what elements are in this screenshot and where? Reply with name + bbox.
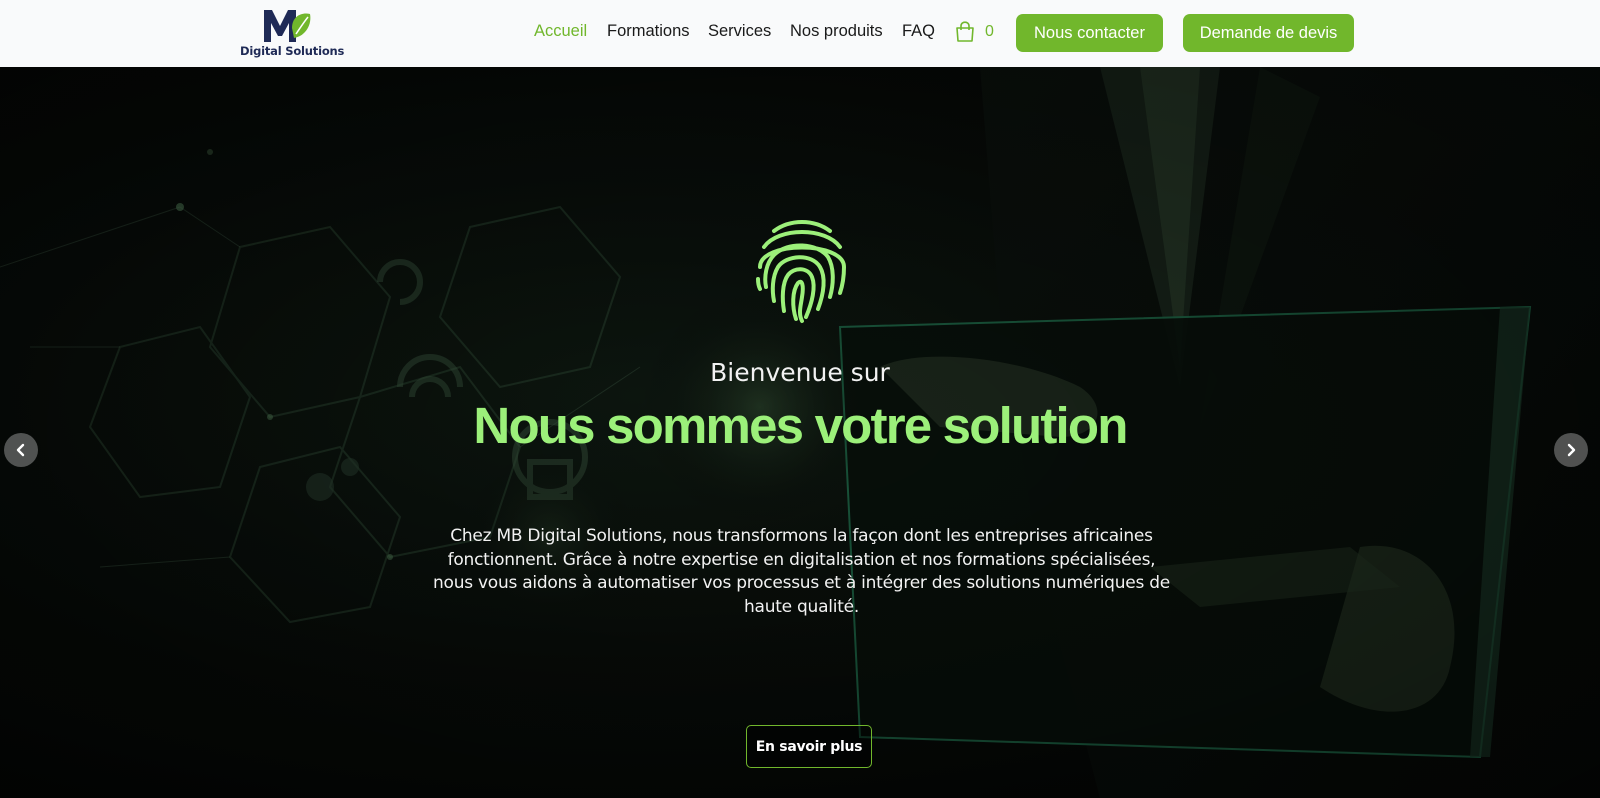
quote-request-button[interactable]: Demande de devis	[1183, 14, 1354, 52]
hero-carousel: Bienvenue sur Nous sommes votre solution…	[0, 67, 1600, 798]
hero-welcome-text: Bienvenue sur	[710, 358, 890, 387]
cart-link[interactable]: 0	[955, 21, 994, 43]
nav-item-formations[interactable]: Formations	[607, 22, 690, 41]
nav-item-accueil[interactable]: Accueil	[534, 22, 587, 41]
fingerprint-icon	[756, 220, 847, 323]
learn-more-button[interactable]: En savoir plus	[746, 725, 872, 768]
nav-item-services[interactable]: Services	[708, 22, 771, 41]
logo-text: Digital Solutions	[240, 44, 345, 58]
nav-item-nos-produits[interactable]: Nos produits	[790, 22, 883, 41]
contact-button[interactable]: Nous contacter	[1016, 14, 1163, 52]
cart-count: 0	[985, 23, 994, 40]
mb-logo-icon	[264, 10, 311, 42]
hero-description: Chez MB Digital Solutions, nous transfor…	[433, 526, 1170, 617]
site-header: Digital Solutions Accueil Formations Ser…	[0, 0, 1600, 67]
shopping-bag-icon	[956, 21, 974, 42]
hero-headline: Nous sommes votre solution	[473, 397, 1128, 454]
brand-logo[interactable]: Digital Solutions	[240, 6, 345, 60]
nav-item-faq[interactable]: FAQ	[902, 22, 935, 41]
